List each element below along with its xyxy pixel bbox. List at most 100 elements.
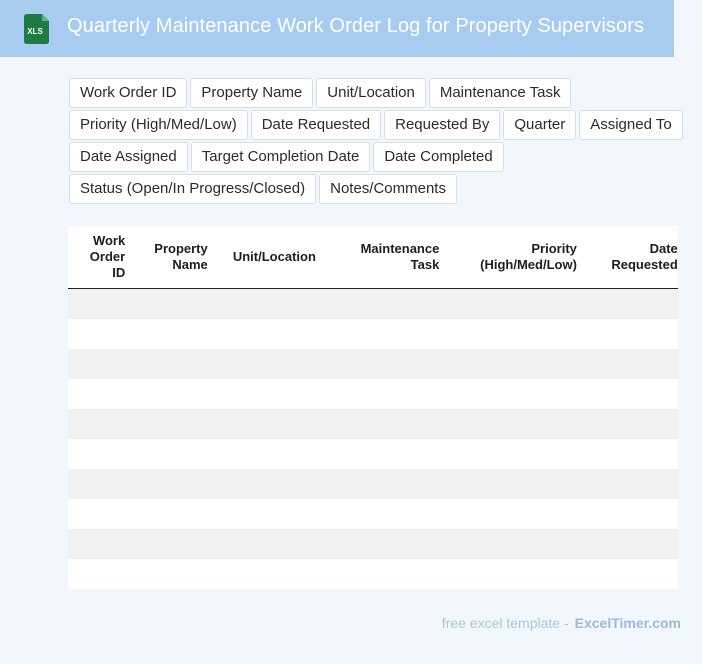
table-row: [68, 349, 678, 379]
table-cell[interactable]: [446, 319, 584, 349]
table-cell[interactable]: [68, 288, 133, 319]
table-cell[interactable]: [132, 469, 215, 499]
table-row: [68, 319, 678, 349]
table-cell[interactable]: [132, 409, 215, 439]
field-chip[interactable]: Property Name: [190, 78, 314, 108]
table-cell[interactable]: [446, 409, 584, 439]
field-chip[interactable]: Quarter: [503, 110, 577, 140]
table-cell[interactable]: [583, 349, 678, 379]
table-cell[interactable]: [132, 288, 215, 319]
field-chip[interactable]: Requested By: [384, 110, 501, 140]
column-header-text: Property: [154, 241, 208, 256]
table-cell[interactable]: [446, 439, 584, 469]
table-cell[interactable]: [446, 559, 584, 589]
table-cell[interactable]: [333, 409, 447, 439]
table-cell[interactable]: [214, 409, 334, 439]
table-cell[interactable]: [68, 499, 133, 529]
table-cell[interactable]: [333, 439, 447, 469]
table-cell[interactable]: [583, 529, 678, 559]
column-header: Priority (High/Med/Low): [446, 226, 584, 289]
table-cell[interactable]: [583, 559, 678, 589]
table-row: [68, 559, 678, 589]
field-chip[interactable]: Date Completed: [373, 142, 504, 172]
table-cell[interactable]: [214, 499, 334, 529]
column-header-text: Task: [410, 257, 440, 272]
table-cell[interactable]: [68, 559, 133, 589]
table-cell[interactable]: [446, 499, 584, 529]
table-cell[interactable]: [214, 379, 334, 409]
table-cell[interactable]: [446, 469, 584, 499]
table-cell[interactable]: [333, 319, 447, 349]
column-header: Property Name: [132, 226, 215, 289]
field-chip-row: Date Assigned Target Completion Date Date …: [69, 142, 684, 172]
table-cell[interactable]: [583, 379, 678, 409]
field-chip[interactable]: Date Requested: [250, 110, 382, 140]
table-cell[interactable]: [583, 288, 678, 319]
table-cell[interactable]: [214, 559, 334, 589]
table-cell[interactable]: [583, 499, 678, 529]
table-cell[interactable]: [333, 499, 447, 529]
field-chip[interactable]: Date Assigned: [69, 142, 188, 172]
table-cell[interactable]: [214, 349, 334, 379]
table-cell[interactable]: [214, 288, 334, 319]
table-cell[interactable]: [446, 349, 584, 379]
column-header: Date Requested: [583, 226, 678, 289]
field-chip-row: Status (Open/In Progress/Closed) Notes/Co…: [69, 174, 684, 204]
table-cell[interactable]: [333, 349, 447, 379]
table-cell[interactable]: [583, 469, 678, 499]
table-cell[interactable]: [214, 319, 334, 349]
table-row: [68, 469, 678, 499]
table-cell[interactable]: [446, 288, 584, 319]
table-cell[interactable]: [68, 379, 133, 409]
table-cell[interactable]: [214, 469, 334, 499]
table-cell[interactable]: [214, 529, 334, 559]
table-cell[interactable]: [132, 379, 215, 409]
footer-text: free excel template -: [441, 615, 569, 631]
table-cell[interactable]: [333, 559, 447, 589]
table-row: [68, 499, 678, 529]
field-chip[interactable]: Unit/Location: [316, 78, 426, 108]
field-chip[interactable]: Target Completion Date: [190, 142, 371, 172]
field-chip[interactable]: Notes/Comments: [319, 174, 457, 204]
table-cell[interactable]: [583, 319, 678, 349]
field-chip[interactable]: Status (Open/In Progress/Closed): [69, 174, 317, 204]
table-cell[interactable]: [214, 439, 334, 469]
table-cell[interactable]: [68, 469, 133, 499]
field-chip-list: Work Order ID Property Name Unit/Location M…: [69, 78, 684, 206]
table-body: [68, 288, 678, 589]
footer-brand-link[interactable]: ExcelTimer.com: [575, 615, 681, 631]
table-cell[interactable]: [132, 349, 215, 379]
table-cell[interactable]: [132, 559, 215, 589]
table-row: [68, 409, 678, 439]
table-cell[interactable]: [333, 288, 447, 319]
table-cell[interactable]: [583, 439, 678, 469]
field-chip[interactable]: Maintenance Task: [428, 78, 572, 108]
table-cell[interactable]: [333, 529, 447, 559]
table-cell[interactable]: [132, 319, 215, 349]
table-cell[interactable]: [68, 349, 133, 379]
field-chip[interactable]: Priority (High/Med/Low): [69, 110, 248, 140]
table-cell[interactable]: [333, 379, 447, 409]
table-cell[interactable]: [333, 469, 447, 499]
column-header-text: Priority: [531, 241, 577, 256]
table-cell[interactable]: [583, 409, 678, 439]
table-row: [68, 439, 678, 469]
title-bar: XLS Quarterly Maintenance Work Order Log…: [0, 0, 674, 57]
xls-file-icon: XLS: [24, 14, 49, 44]
table-cell[interactable]: [132, 439, 215, 469]
table-row: [68, 529, 678, 559]
table-cell[interactable]: [68, 319, 133, 349]
column-header: Maintenance Task: [333, 226, 447, 289]
table-cell[interactable]: [446, 379, 584, 409]
field-chip[interactable]: Assigned To: [579, 110, 683, 140]
column-header-text: Requested: [611, 257, 678, 272]
table-cell[interactable]: [68, 439, 133, 469]
table-cell[interactable]: [132, 529, 215, 559]
field-chip[interactable]: Work Order ID: [69, 78, 188, 108]
table-cell[interactable]: [68, 529, 133, 559]
table-cell[interactable]: [132, 499, 215, 529]
work-order-table: Work Order ID Property Name Unit/Location Main…: [68, 226, 678, 589]
table-row: [68, 379, 678, 409]
table-cell[interactable]: [68, 409, 133, 439]
table-cell[interactable]: [446, 529, 584, 559]
